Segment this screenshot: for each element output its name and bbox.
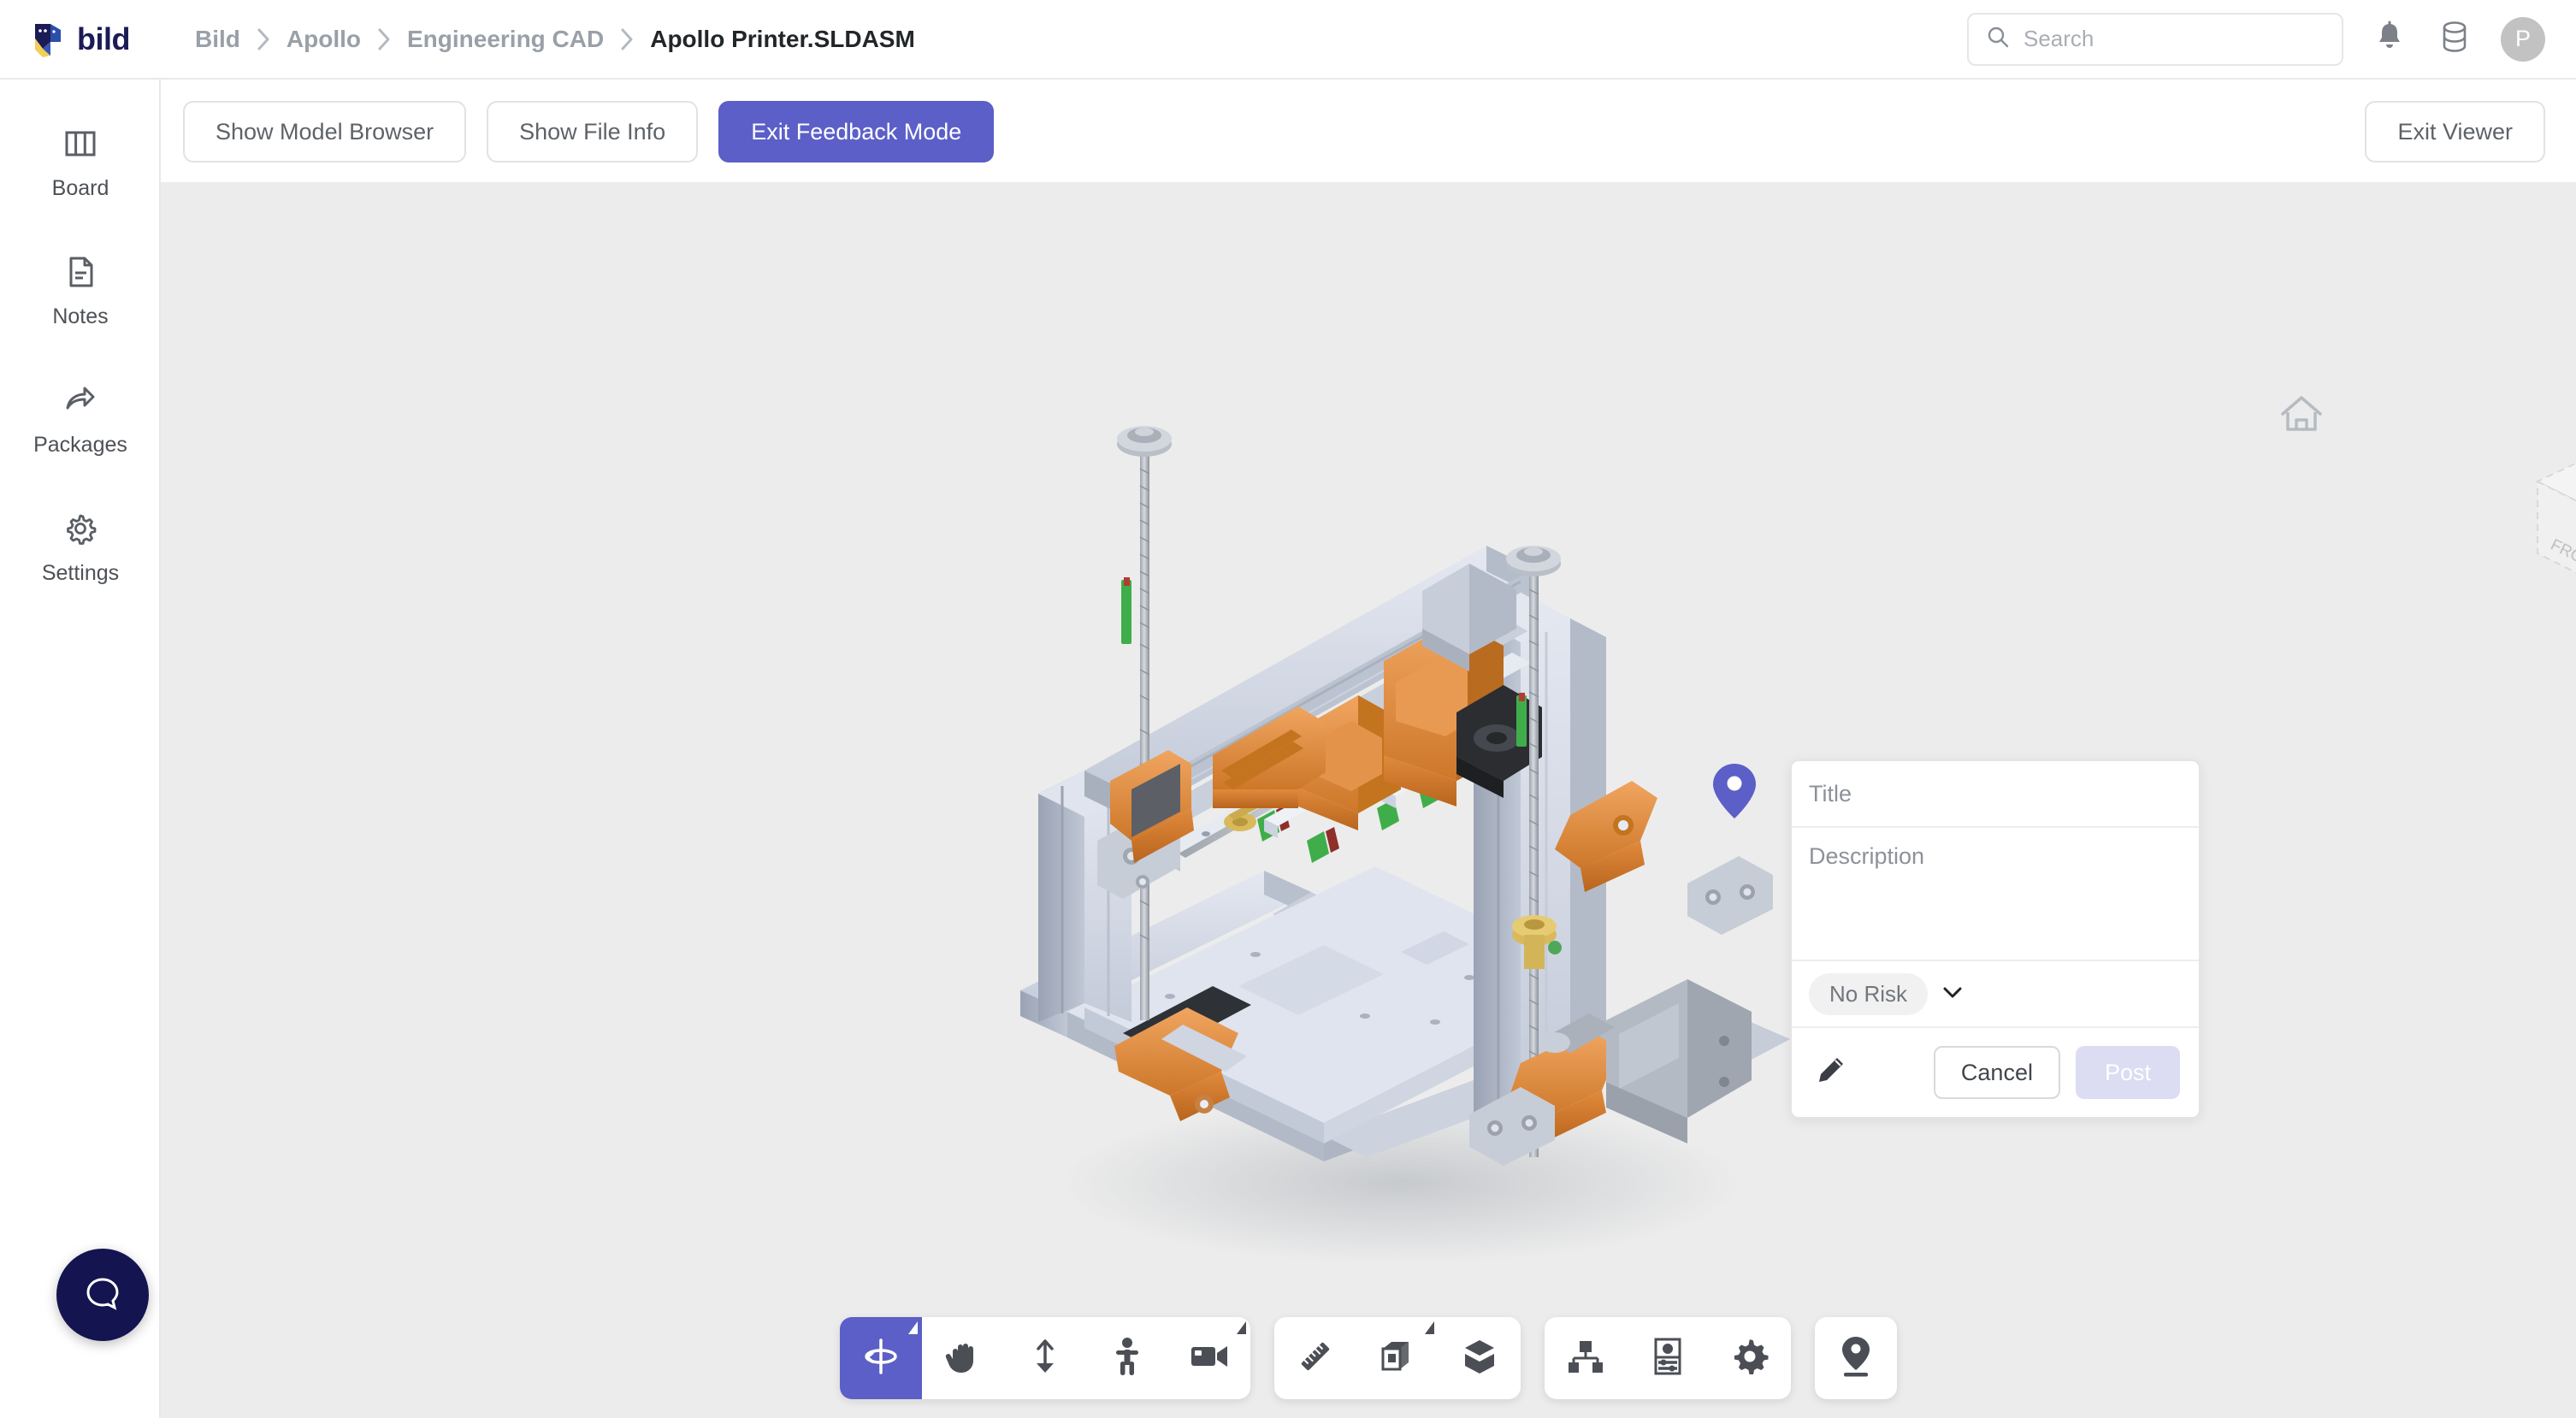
search-input[interactable] — [2024, 26, 2325, 52]
cancel-button[interactable]: Cancel — [1934, 1046, 2060, 1099]
bild-logo-icon — [32, 21, 68, 57]
sidebar-item-settings[interactable]: Settings — [0, 495, 161, 601]
toolbar-group-structure — [1545, 1317, 1791, 1399]
display-settings-button[interactable] — [1627, 1317, 1709, 1399]
zoom-tool-button[interactable] — [1004, 1317, 1086, 1399]
viewer-toolbar: Show Model Browser Show File Info Exit F… — [161, 81, 2576, 182]
breadcrumb-separator-icon — [604, 27, 650, 52]
help-support-button[interactable] — [56, 1249, 149, 1341]
toolbar-group-navigation — [840, 1317, 1250, 1399]
map-pin-icon — [1837, 1334, 1875, 1383]
bell-icon — [2374, 21, 2405, 57]
breadcrumb-separator-icon — [240, 27, 287, 52]
explode-cube-icon — [1460, 1337, 1499, 1380]
tool-menu-indicator-icon[interactable] — [908, 1321, 918, 1334]
board-columns-icon — [62, 126, 98, 166]
viewer-settings-button[interactable] — [1709, 1317, 1791, 1399]
search-box[interactable] — [1967, 13, 2343, 66]
feedback-description-input[interactable] — [1809, 843, 2182, 946]
share-arrow-icon — [62, 382, 98, 422]
model-viewer-canvas[interactable]: TOP FRONT RIGHT — [161, 182, 2576, 1418]
orbit-tool-button[interactable] — [840, 1317, 922, 1399]
sidebar-item-label: Board — [52, 176, 109, 201]
feedback-comment-card: No Risk Cancel Post — [1790, 759, 2201, 1119]
section-tool-button[interactable] — [1356, 1317, 1439, 1399]
map-pin-icon — [1710, 810, 1758, 824]
exit-feedback-mode-button[interactable]: Exit Feedback Mode — [718, 101, 994, 162]
breadcrumb-item-engineering-cad[interactable]: Engineering CAD — [407, 26, 604, 53]
chat-bubble-icon — [82, 1273, 123, 1318]
header-actions: P — [1967, 13, 2576, 66]
tool-menu-indicator-icon[interactable] — [1425, 1321, 1434, 1334]
display-settings-icon — [1651, 1337, 1685, 1380]
sidebar-item-notes[interactable]: Notes — [0, 239, 161, 345]
feedback-description-row — [1792, 828, 2199, 961]
sidebar-item-packages[interactable]: Packages — [0, 367, 161, 473]
gear-icon — [1730, 1337, 1770, 1380]
database-button[interactable] — [2436, 21, 2473, 58]
view-cube[interactable]: TOP FRONT RIGHT — [2517, 439, 2576, 606]
pencil-icon — [1814, 1055, 1846, 1091]
breadcrumb-item-apollo[interactable]: Apollo — [287, 26, 361, 53]
notifications-button[interactable] — [2371, 21, 2408, 58]
top-header: bild Bild Apollo Engineering CAD Apollo … — [0, 0, 2576, 80]
show-file-info-button[interactable]: Show File Info — [487, 101, 698, 162]
camera-icon — [1189, 1341, 1230, 1376]
section-cube-icon — [1378, 1337, 1417, 1380]
feedback-marker-pin[interactable] — [1710, 761, 1758, 825]
feedback-risk-row[interactable]: No Risk — [1792, 961, 2199, 1028]
sidebar-item-label: Notes — [52, 304, 108, 329]
camera-tool-button[interactable] — [1168, 1317, 1250, 1399]
zoom-vertical-arrows-icon — [1026, 1337, 1064, 1380]
feedback-actions-row: Cancel Post — [1792, 1028, 2199, 1117]
avatar[interactable]: P — [2501, 17, 2545, 62]
sidebar-item-label: Settings — [42, 561, 119, 586]
brand-name: bild — [77, 24, 130, 55]
toolbar-group-measure — [1274, 1317, 1521, 1399]
feedback-title-row — [1792, 761, 2199, 828]
gear-icon — [62, 511, 98, 551]
toolbar-group-annotation — [1815, 1317, 1897, 1399]
breadcrumb-item-bild[interactable]: Bild — [195, 26, 240, 53]
place-marker-button[interactable] — [1815, 1317, 1897, 1399]
risk-level-badge[interactable]: No Risk — [1809, 973, 1928, 1015]
post-button[interactable]: Post — [2076, 1046, 2180, 1099]
feedback-title-input[interactable] — [1809, 781, 2182, 807]
assembly-tree-button[interactable] — [1545, 1317, 1627, 1399]
explode-tool-button[interactable] — [1439, 1317, 1521, 1399]
show-model-browser-button[interactable]: Show Model Browser — [183, 101, 466, 162]
measure-tool-button[interactable] — [1274, 1317, 1356, 1399]
exit-viewer-button[interactable]: Exit Viewer — [2365, 101, 2545, 162]
left-sidebar: Board Notes Packages Settings — [0, 80, 161, 1418]
walk-person-icon — [1110, 1336, 1144, 1381]
home-icon — [2278, 425, 2325, 440]
brand-logo[interactable]: bild — [0, 0, 162, 79]
rotate-orbit-icon — [860, 1336, 901, 1381]
viewer-bottom-toolbar — [0, 1317, 2576, 1399]
breadcrumb-item-file: Apollo Printer.SLDASM — [650, 26, 915, 53]
edit-markup-button[interactable] — [1811, 1053, 1850, 1092]
breadcrumb: Bild Apollo Engineering CAD Apollo Print… — [195, 26, 915, 53]
breadcrumb-separator-icon — [361, 27, 407, 52]
pan-tool-button[interactable] — [922, 1317, 1004, 1399]
chevron-down-icon[interactable] — [1940, 984, 1965, 1005]
sidebar-item-label: Packages — [33, 433, 127, 458]
tool-menu-indicator-icon[interactable] — [1237, 1321, 1246, 1334]
walk-tool-button[interactable] — [1086, 1317, 1168, 1399]
hierarchy-tree-icon — [1566, 1338, 1605, 1380]
ruler-measure-icon — [1295, 1336, 1336, 1381]
search-icon — [1986, 25, 2010, 53]
pan-hand-icon — [943, 1337, 983, 1380]
reset-view-button[interactable] — [2278, 392, 2325, 440]
sidebar-item-board[interactable]: Board — [0, 110, 161, 216]
database-icon — [2440, 21, 2469, 57]
cad-model-3d-printer — [956, 387, 1846, 1294]
document-icon — [62, 254, 98, 294]
